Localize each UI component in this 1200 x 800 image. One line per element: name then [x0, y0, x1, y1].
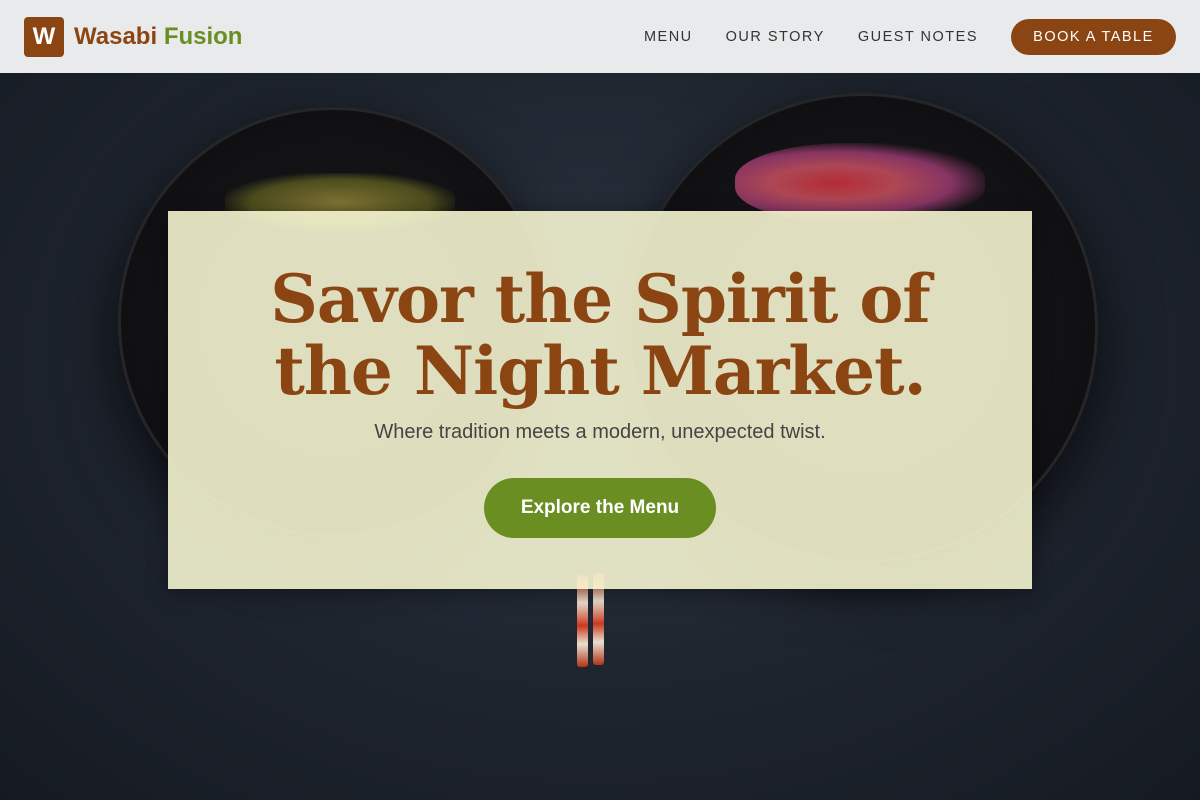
explore-menu-button[interactable]: Explore the Menu	[484, 478, 716, 538]
hero-subtitle: Where tradition meets a modern, unexpect…	[374, 421, 826, 443]
hero-title: Savor the Spirit of the Night Market.	[270, 260, 931, 410]
nav-link-our-story[interactable]: OUR STORY	[726, 29, 825, 45]
main-nav: MENU OUR STORY GUEST NOTES BOOK A TABLE	[644, 18, 1176, 55]
brand-name-part2: Fusion	[163, 22, 243, 50]
book-table-button[interactable]: BOOK A TABLE	[1011, 18, 1176, 55]
logo-mark: W	[24, 16, 64, 57]
brand-logo[interactable]: W Wasabi Fusion	[24, 16, 242, 57]
nav-link-menu[interactable]: MENU	[644, 29, 693, 45]
brand-name: Wasabi Fusion	[74, 23, 242, 51]
hero-card: Savor the Spirit of the Night Market. Wh…	[168, 211, 1032, 589]
site-header: W Wasabi Fusion MENU OUR STORY GUEST NOT…	[0, 0, 1200, 73]
brand-name-part1: Wasabi	[74, 22, 158, 50]
nav-link-guest-notes[interactable]: GUEST NOTES	[858, 29, 978, 45]
